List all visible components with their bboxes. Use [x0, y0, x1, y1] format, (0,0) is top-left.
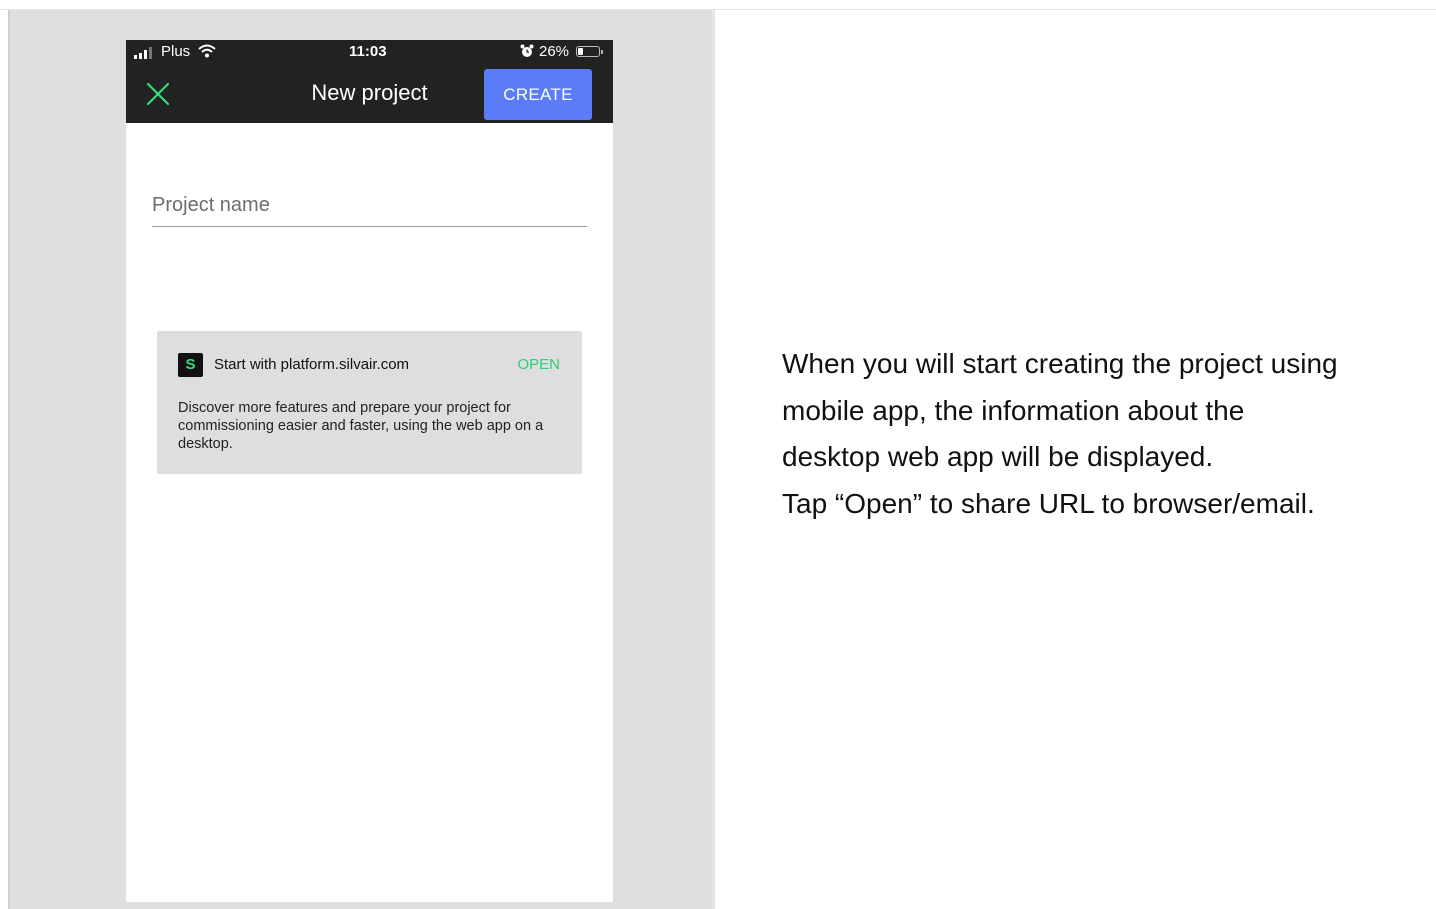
battery-level — [578, 48, 583, 55]
screenshot-panel: Plus 11:03 26% New project CREATE Projec… — [8, 10, 713, 909]
status-bar: Plus 11:03 26% — [126, 40, 613, 64]
card-title: Start with platform.silvair.com — [214, 356, 410, 373]
silvair-logo-icon: S — [178, 353, 203, 377]
project-name-input[interactable] — [152, 184, 587, 227]
instruction-line: mobile app, the information about the — [782, 394, 1245, 426]
instruction-line: When you will start creating the project… — [782, 348, 1338, 379]
wifi-icon — [198, 44, 216, 62]
instruction-line: Tap “Open” to share URL to browser/email… — [782, 487, 1315, 519]
signal-bars-icon — [134, 47, 152, 59]
battery-percent: 26% — [539, 43, 570, 60]
app-bar: New project CREATE — [126, 64, 613, 123]
carrier-name: Plus — [161, 43, 191, 60]
status-time: 11:03 — [349, 43, 387, 60]
create-button[interactable]: CREATE — [484, 69, 592, 120]
instruction-line: desktop web app will be displayed. — [782, 441, 1214, 472]
web-app-promo-card: S Start with platform.silvair.com OPEN D… — [157, 331, 582, 474]
instruction-text: When you will start creating the project… — [782, 341, 1402, 527]
phone-screen: Plus 11:03 26% New project CREATE Projec… — [126, 40, 613, 902]
battery-icon — [576, 46, 603, 57]
alarm-clock-icon — [520, 44, 534, 62]
panel-divider — [712, 10, 715, 909]
card-description: Discover more features and prepare your … — [178, 400, 544, 452]
open-button[interactable]: OPEN — [517, 356, 560, 373]
